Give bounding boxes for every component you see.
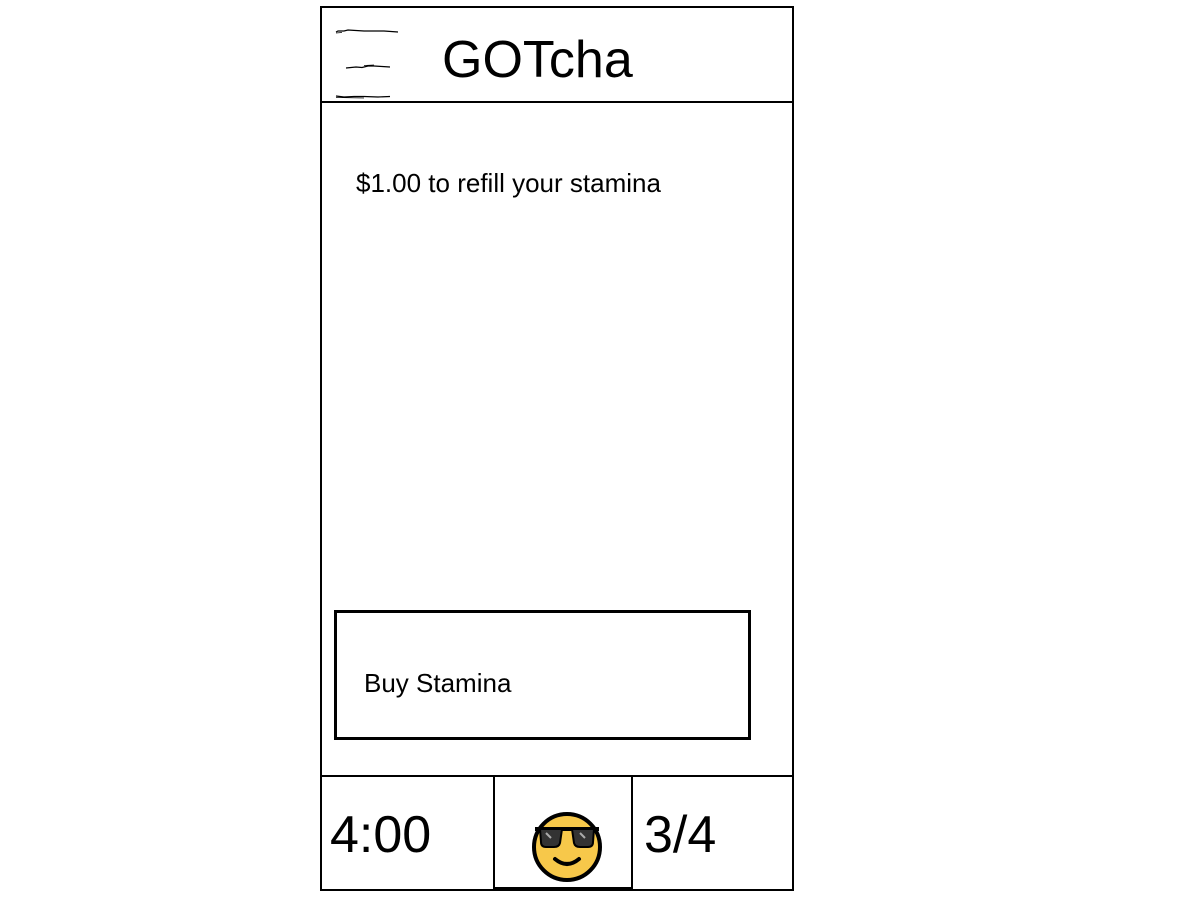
buy-stamina-label: Buy Stamina — [364, 668, 512, 698]
app-header: GOTcha — [322, 8, 792, 103]
avatar-button[interactable] — [493, 777, 633, 889]
hamburger-menu-icon[interactable] — [334, 26, 402, 102]
app-title: GOTcha — [442, 31, 633, 89]
sunglasses-face-icon — [532, 812, 602, 882]
buy-stamina-button[interactable]: Buy Stamina — [334, 610, 751, 740]
phone-frame: GOTcha $1.00 to refill your stamina Buy … — [320, 6, 794, 891]
offer-text: $1.00 to refill your stamina — [356, 168, 661, 198]
stamina-counter: 3/4 — [644, 806, 717, 864]
status-footer: 4:00 3/4 — [322, 775, 792, 891]
stamina-timer: 4:00 — [330, 806, 432, 864]
main-content: $1.00 to refill your stamina Buy Stamina — [322, 103, 792, 775]
